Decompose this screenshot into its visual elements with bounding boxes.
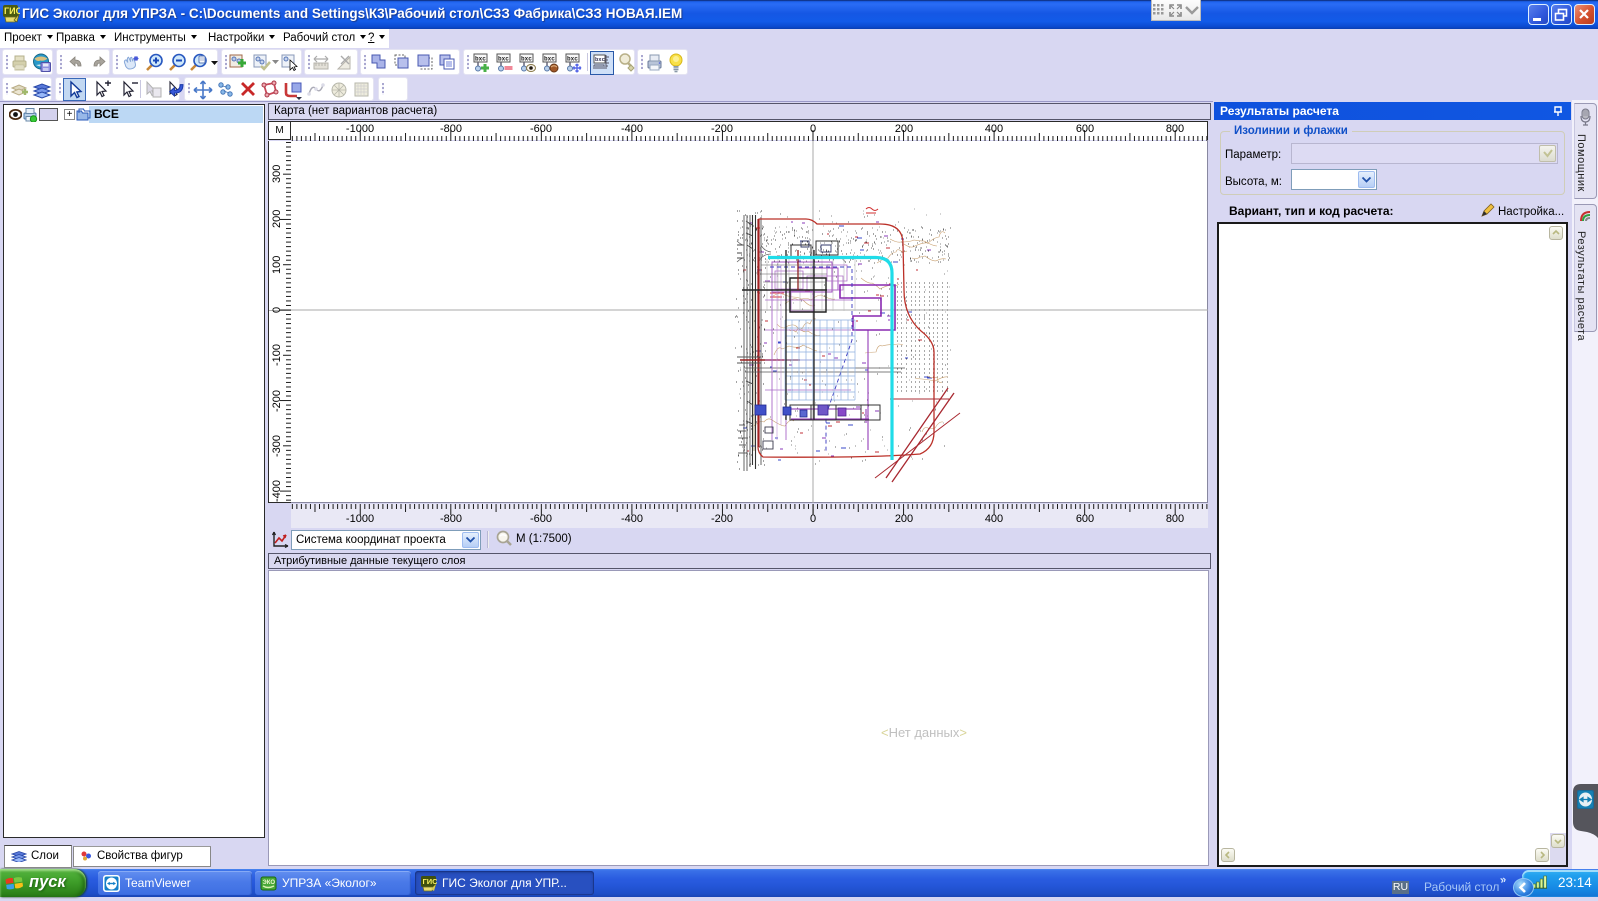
svg-text:bxc: bxc: [475, 56, 486, 63]
svg-text:ЭКО: ЭКО: [263, 880, 276, 886]
svg-text:bxc: bxc: [544, 56, 555, 63]
svg-text:ГИС: ГИС: [4, 6, 20, 16]
svg-text:bxc: bxc: [595, 56, 605, 63]
svg-text:bxc: bxc: [498, 56, 509, 63]
svg-text:bxc: bxc: [567, 56, 578, 63]
svg-text:ГИС: ГИС: [423, 877, 438, 886]
svg-text:bxc: bxc: [521, 56, 532, 63]
